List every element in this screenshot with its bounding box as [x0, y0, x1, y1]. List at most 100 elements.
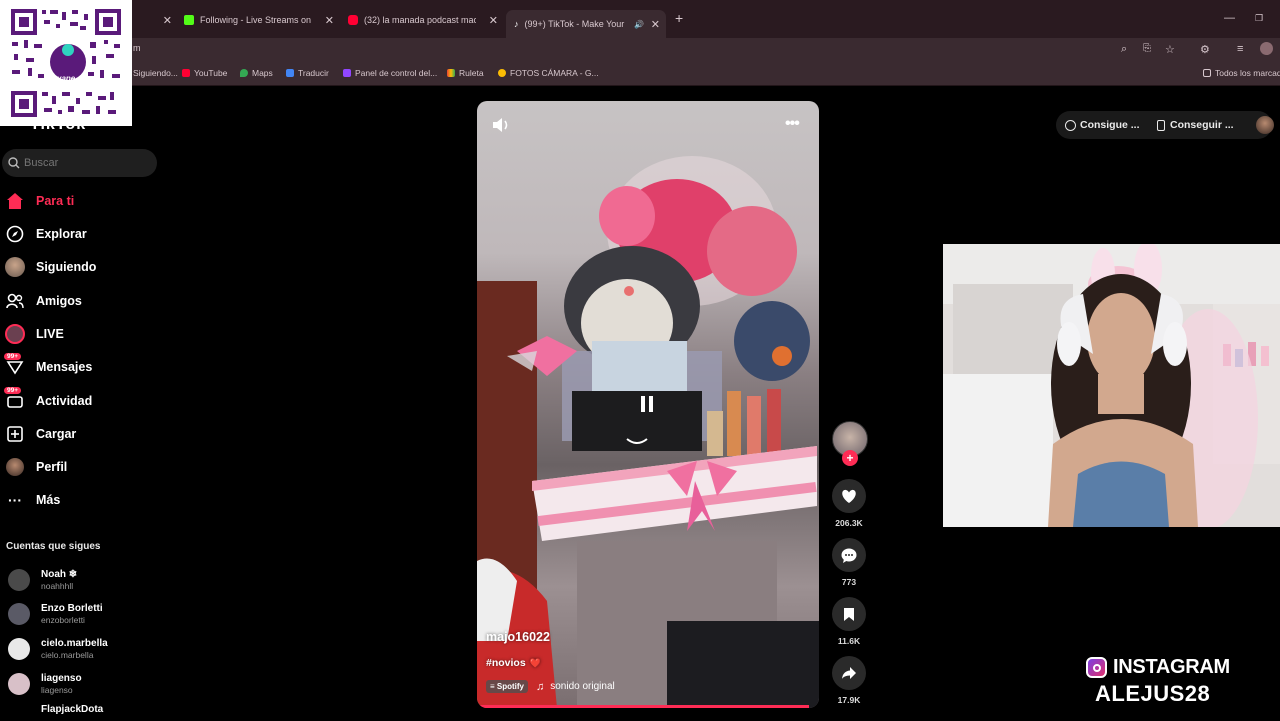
folder-icon [1203, 69, 1211, 77]
yape-logo: yape [57, 74, 76, 83]
bookmark-icon [844, 607, 854, 621]
share-action[interactable]: 17.9K [832, 656, 866, 705]
nav-mas[interactable]: ··· Más [5, 488, 60, 512]
more-icon: ··· [8, 492, 22, 508]
nav-perfil[interactable]: Perfil [5, 455, 67, 479]
search-box[interactable] [2, 149, 157, 177]
follow-plus-icon[interactable]: + [842, 450, 858, 466]
nav-cargar[interactable]: Cargar [5, 422, 76, 446]
tab-kick[interactable]: Following - Live Streams on Kick ✕ [184, 8, 334, 32]
music-row[interactable]: ≡ Spotify ♫ sonido original [486, 680, 615, 693]
tab-label: (32) la manada podcast macarena [364, 15, 476, 25]
activity-badge: 99+ [4, 387, 22, 394]
nav-amigos[interactable]: Amigos [5, 289, 82, 313]
avatar [8, 603, 30, 625]
youtube-icon [182, 69, 190, 77]
nav-siguiendo[interactable]: Siguiendo [5, 255, 96, 279]
all-bookmarks[interactable]: Todos los marcadores [1203, 68, 1280, 78]
drive-icon [498, 69, 506, 77]
comment-button[interactable] [832, 538, 866, 572]
comment-action[interactable]: 773 [832, 538, 866, 587]
avatar [8, 699, 30, 721]
bookmark-star-icon[interactable]: ☆ [1165, 43, 1175, 56]
bookmark-panel[interactable]: Panel de control del... [343, 68, 437, 78]
tiktok-logo[interactable]: TikTok [30, 116, 86, 134]
extensions-icon[interactable]: ⚙ [1200, 43, 1210, 56]
home-icon [5, 191, 25, 211]
bookmark-traducir[interactable]: Traducir [286, 68, 329, 78]
instagram-label: INSTAGRAM [1113, 656, 1230, 678]
media-control-icon[interactable]: ≡ [1237, 43, 1243, 55]
audio-playing-icon[interactable]: 🔊 [634, 20, 644, 29]
tiktok-favicon-icon: ♪ [514, 19, 519, 29]
close-tab-icon[interactable]: ✕ [325, 14, 334, 27]
browser-tab-bar: ✕ Following - Live Streams on Kick ✕ (32… [0, 0, 1280, 38]
close-tab-icon[interactable]: ✕ [651, 18, 660, 31]
nav-live[interactable]: LIVE [5, 322, 64, 346]
video-caption: #novios ❤️ [486, 657, 541, 669]
account-item[interactable]: Noah ❄ noahhhll [8, 565, 77, 595]
new-tab-button[interactable]: + [675, 10, 683, 26]
cast-icon[interactable]: ⎘ [1143, 43, 1151, 54]
hashtag-novios[interactable]: #novios [486, 657, 526, 669]
search-input[interactable] [24, 157, 144, 169]
account-item[interactable]: Enzo Borletti enzoborletti [8, 599, 103, 629]
restore-button[interactable]: ❐ [1255, 13, 1263, 24]
messages-icon: 99+ [4, 353, 25, 377]
account-item[interactable]: FlapjackDota [8, 700, 103, 720]
like-button[interactable] [832, 479, 866, 513]
zoom-icon[interactable]: ⌕ [1121, 43, 1127, 56]
user-avatar[interactable] [1256, 116, 1274, 134]
account-item[interactable]: cielo.marbella cielo.marbella [8, 634, 108, 664]
spotify-chip[interactable]: ≡ Spotify [486, 680, 528, 693]
nav-actividad[interactable]: 99+ Actividad [4, 387, 92, 413]
video-player[interactable]: ••• majo16022 #novios ❤️ ≡ Spotify ♫ son… [477, 101, 819, 708]
minimize-button[interactable]: — [1224, 12, 1235, 24]
qr-code-icon [0, 0, 132, 126]
share-button[interactable] [832, 656, 866, 690]
bookmark-youtube[interactable]: YouTube [182, 68, 227, 78]
tab-youtube[interactable]: (32) la manada podcast macarena ✕ [348, 8, 498, 32]
save-button[interactable] [832, 597, 866, 631]
nav-explorar[interactable]: Explorar [5, 222, 87, 246]
profile-icon [5, 457, 25, 477]
activity-icon: 99+ [4, 387, 25, 411]
get-app-button[interactable]: Conseguir ... [1157, 114, 1234, 136]
pause-icon[interactable] [639, 395, 655, 418]
save-count: 11.6K [837, 636, 861, 646]
save-action[interactable]: 11.6K [832, 597, 866, 646]
close-tab-icon[interactable]: ✕ [489, 14, 498, 27]
bookmark-fotos[interactable]: FOTOS CÁMARA - G... [498, 68, 599, 78]
video-username[interactable]: majo16022 [486, 630, 550, 644]
bookmark-ruleta[interactable]: Ruleta [447, 68, 484, 78]
coin-icon [1065, 119, 1076, 131]
friends-icon [5, 291, 25, 311]
messages-badge: 99+ [4, 353, 22, 360]
volume-icon[interactable] [491, 116, 511, 139]
bookmark-maps[interactable]: Maps [240, 68, 273, 78]
nav-para-ti[interactable]: Para ti [5, 189, 74, 213]
webcam-feed [943, 244, 1280, 527]
bookmark-siguiendo[interactable]: Siguiendo... [133, 68, 178, 78]
tab-previous[interactable]: ✕ [136, 8, 172, 32]
close-tab-icon[interactable]: ✕ [163, 14, 172, 27]
get-coins-button[interactable]: Consigue ... [1065, 114, 1140, 136]
profile-avatar[interactable] [1260, 42, 1273, 55]
avatar [8, 569, 30, 591]
account-item[interactable]: liagenso liagenso [8, 669, 82, 699]
following-accounts-title: Cuentas que sigues [6, 541, 101, 552]
tab-label: (99+) TikTok - Make Your Day [524, 19, 627, 29]
creator-avatar[interactable]: + [832, 421, 868, 466]
video-progress-bar[interactable] [477, 705, 809, 708]
upload-icon [5, 424, 25, 444]
youtube-favicon-icon [348, 15, 358, 25]
avatar [8, 638, 30, 660]
url-text[interactable]: m [133, 43, 141, 53]
tab-tiktok[interactable]: ♪ (99+) TikTok - Make Your Day 🔊 ✕ [506, 10, 666, 38]
address-bar[interactable]: m [0, 38, 1280, 62]
like-action[interactable]: 206.3K [832, 479, 866, 528]
sound-name[interactable]: sonido original [550, 681, 615, 692]
more-options-icon[interactable]: ••• [785, 115, 800, 133]
nav-mensajes[interactable]: 99+ Mensajes [4, 353, 92, 379]
instagram-overlay: INSTAGRAM [1086, 656, 1230, 679]
